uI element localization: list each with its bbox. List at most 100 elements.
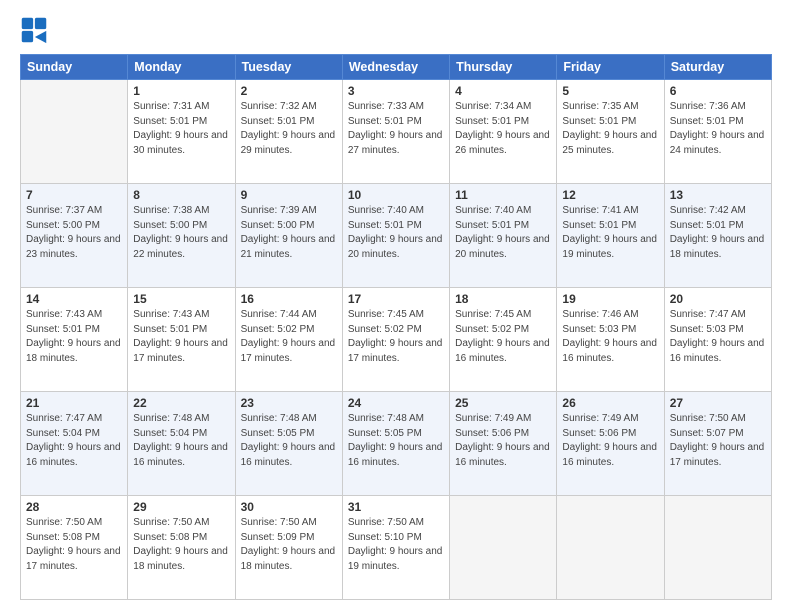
day-info: Sunrise: 7:38 AMSunset: 5:00 PMDaylight:… <box>133 204 229 262</box>
day-cell: 4 Sunrise: 7:34 AMSunset: 5:01 PMDaylight… <box>450 80 557 184</box>
col-header-tuesday: Tuesday <box>235 55 342 80</box>
day-info: Sunrise: 7:40 AMSunset: 5:01 PMDaylight:… <box>455 204 551 262</box>
day-cell: 12 Sunrise: 7:41 AMSunset: 5:01 PMDayligh… <box>557 184 664 288</box>
logo <box>20 16 52 44</box>
week-row-4: 21 Sunrise: 7:47 AMSunset: 5:04 PMDayligh… <box>21 392 772 496</box>
day-info: Sunrise: 7:34 AMSunset: 5:01 PMDaylight:… <box>455 100 551 158</box>
col-header-wednesday: Wednesday <box>342 55 449 80</box>
day-number: 14 <box>26 292 122 306</box>
day-number: 3 <box>348 84 444 98</box>
day-number: 24 <box>348 396 444 410</box>
day-cell: 23 Sunrise: 7:48 AMSunset: 5:05 PMDayligh… <box>235 392 342 496</box>
day-number: 11 <box>455 188 551 202</box>
day-cell: 17 Sunrise: 7:45 AMSunset: 5:02 PMDayligh… <box>342 288 449 392</box>
col-header-friday: Friday <box>557 55 664 80</box>
day-cell: 11 Sunrise: 7:40 AMSunset: 5:01 PMDayligh… <box>450 184 557 288</box>
day-cell: 30 Sunrise: 7:50 AMSunset: 5:09 PMDayligh… <box>235 496 342 600</box>
day-number: 28 <box>26 500 122 514</box>
day-info: Sunrise: 7:36 AMSunset: 5:01 PMDaylight:… <box>670 100 766 158</box>
day-number: 25 <box>455 396 551 410</box>
header-row: SundayMondayTuesdayWednesdayThursdayFrid… <box>21 55 772 80</box>
day-cell: 25 Sunrise: 7:49 AMSunset: 5:06 PMDayligh… <box>450 392 557 496</box>
day-number: 30 <box>241 500 337 514</box>
day-info: Sunrise: 7:47 AMSunset: 5:03 PMDaylight:… <box>670 308 766 366</box>
day-cell: 10 Sunrise: 7:40 AMSunset: 5:01 PMDayligh… <box>342 184 449 288</box>
day-cell: 14 Sunrise: 7:43 AMSunset: 5:01 PMDayligh… <box>21 288 128 392</box>
day-info: Sunrise: 7:32 AMSunset: 5:01 PMDaylight:… <box>241 100 337 158</box>
day-info: Sunrise: 7:44 AMSunset: 5:02 PMDaylight:… <box>241 308 337 366</box>
day-info: Sunrise: 7:43 AMSunset: 5:01 PMDaylight:… <box>133 308 229 366</box>
day-number: 17 <box>348 292 444 306</box>
day-info: Sunrise: 7:45 AMSunset: 5:02 PMDaylight:… <box>348 308 444 366</box>
week-row-1: 1Sunrise: 7:31 AMSunset: 5:01 PMDaylight… <box>21 80 772 184</box>
week-row-2: 7 Sunrise: 7:37 AMSunset: 5:00 PMDaylight… <box>21 184 772 288</box>
col-header-monday: Monday <box>128 55 235 80</box>
day-cell: 22 Sunrise: 7:48 AMSunset: 5:04 PMDayligh… <box>128 392 235 496</box>
day-info: Sunrise: 7:33 AMSunset: 5:01 PMDaylight:… <box>348 100 444 158</box>
day-number: 8 <box>133 188 229 202</box>
col-header-sunday: Sunday <box>21 55 128 80</box>
day-cell: 7 Sunrise: 7:37 AMSunset: 5:00 PMDaylight… <box>21 184 128 288</box>
day-cell: 28 Sunrise: 7:50 AMSunset: 5:08 PMDayligh… <box>21 496 128 600</box>
week-row-3: 14 Sunrise: 7:43 AMSunset: 5:01 PMDayligh… <box>21 288 772 392</box>
day-info: Sunrise: 7:45 AMSunset: 5:02 PMDaylight:… <box>455 308 551 366</box>
day-info: Sunrise: 7:49 AMSunset: 5:06 PMDaylight:… <box>455 412 551 470</box>
day-info: Sunrise: 7:47 AMSunset: 5:04 PMDaylight:… <box>26 412 122 470</box>
day-info: Sunrise: 7:48 AMSunset: 5:05 PMDaylight:… <box>241 412 337 470</box>
day-cell: 31 Sunrise: 7:50 AMSunset: 5:10 PMDayligh… <box>342 496 449 600</box>
day-cell: 15 Sunrise: 7:43 AMSunset: 5:01 PMDayligh… <box>128 288 235 392</box>
day-info: Sunrise: 7:41 AMSunset: 5:01 PMDaylight:… <box>562 204 658 262</box>
day-number: 21 <box>26 396 122 410</box>
day-number: 9 <box>241 188 337 202</box>
day-number: 7 <box>26 188 122 202</box>
day-number: 18 <box>455 292 551 306</box>
day-number: 4 <box>455 84 551 98</box>
day-info: Sunrise: 7:50 AMSunset: 5:10 PMDaylight:… <box>348 516 444 574</box>
day-info: Sunrise: 7:40 AMSunset: 5:01 PMDaylight:… <box>348 204 444 262</box>
day-cell: 1Sunrise: 7:31 AMSunset: 5:01 PMDaylight… <box>128 80 235 184</box>
day-info: Sunrise: 7:50 AMSunset: 5:08 PMDaylight:… <box>26 516 122 574</box>
day-cell: 27 Sunrise: 7:50 AMSunset: 5:07 PMDayligh… <box>664 392 771 496</box>
day-number: 31 <box>348 500 444 514</box>
day-info: Sunrise: 7:50 AMSunset: 5:09 PMDaylight:… <box>241 516 337 574</box>
day-cell: 21 Sunrise: 7:47 AMSunset: 5:04 PMDayligh… <box>21 392 128 496</box>
day-info: Sunrise: 7:49 AMSunset: 5:06 PMDaylight:… <box>562 412 658 470</box>
day-number: 26 <box>562 396 658 410</box>
day-info: Sunrise: 7:43 AMSunset: 5:01 PMDaylight:… <box>26 308 122 366</box>
col-header-thursday: Thursday <box>450 55 557 80</box>
day-number: 5 <box>562 84 658 98</box>
day-info: Sunrise: 7:35 AMSunset: 5:01 PMDaylight:… <box>562 100 658 158</box>
day-cell: 3 Sunrise: 7:33 AMSunset: 5:01 PMDaylight… <box>342 80 449 184</box>
day-number: 19 <box>562 292 658 306</box>
page: SundayMondayTuesdayWednesdayThursdayFrid… <box>0 0 792 612</box>
day-cell: 2 Sunrise: 7:32 AMSunset: 5:01 PMDaylight… <box>235 80 342 184</box>
day-info: Sunrise: 7:31 AMSunset: 5:01 PMDaylight:… <box>133 100 229 158</box>
day-number: 29 <box>133 500 229 514</box>
day-number: 15 <box>133 292 229 306</box>
day-number: 2 <box>241 84 337 98</box>
header <box>20 16 772 44</box>
day-cell <box>664 496 771 600</box>
day-number: 27 <box>670 396 766 410</box>
day-info: Sunrise: 7:37 AMSunset: 5:00 PMDaylight:… <box>26 204 122 262</box>
day-number: 23 <box>241 396 337 410</box>
day-cell: 29 Sunrise: 7:50 AMSunset: 5:08 PMDayligh… <box>128 496 235 600</box>
day-cell: 13Sunrise: 7:42 AMSunset: 5:01 PMDayligh… <box>664 184 771 288</box>
day-number: 20 <box>670 292 766 306</box>
day-number: 12 <box>562 188 658 202</box>
week-row-5: 28 Sunrise: 7:50 AMSunset: 5:08 PMDayligh… <box>21 496 772 600</box>
day-cell: 19Sunrise: 7:46 AMSunset: 5:03 PMDayligh… <box>557 288 664 392</box>
day-number: 10 <box>348 188 444 202</box>
day-info: Sunrise: 7:50 AMSunset: 5:07 PMDaylight:… <box>670 412 766 470</box>
day-cell: 9 Sunrise: 7:39 AMSunset: 5:00 PMDaylight… <box>235 184 342 288</box>
day-cell: 5 Sunrise: 7:35 AMSunset: 5:01 PMDaylight… <box>557 80 664 184</box>
day-cell: 26 Sunrise: 7:49 AMSunset: 5:06 PMDayligh… <box>557 392 664 496</box>
day-info: Sunrise: 7:50 AMSunset: 5:08 PMDaylight:… <box>133 516 229 574</box>
day-info: Sunrise: 7:48 AMSunset: 5:04 PMDaylight:… <box>133 412 229 470</box>
logo-icon <box>20 16 48 44</box>
day-cell <box>21 80 128 184</box>
col-header-saturday: Saturday <box>664 55 771 80</box>
day-number: 16 <box>241 292 337 306</box>
day-info: Sunrise: 7:39 AMSunset: 5:00 PMDaylight:… <box>241 204 337 262</box>
day-number: 22 <box>133 396 229 410</box>
